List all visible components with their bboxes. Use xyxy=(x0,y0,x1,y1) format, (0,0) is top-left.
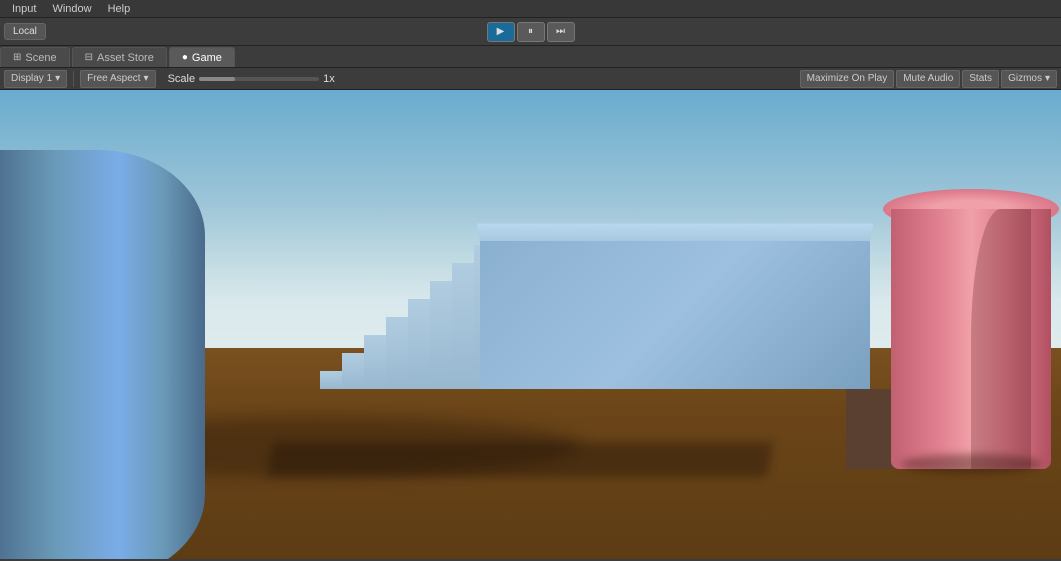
menu-help[interactable]: Help xyxy=(100,0,139,17)
pause-button[interactable]: ⏸ xyxy=(517,22,545,42)
scale-slider-fill xyxy=(199,77,235,81)
display-button[interactable]: Display 1 ▾ xyxy=(4,70,67,88)
tab-game-label: Game xyxy=(192,52,222,64)
separator-1 xyxy=(73,71,74,87)
step-icon: ⏭ xyxy=(556,26,565,37)
tab-scene-label: Scene xyxy=(25,52,56,64)
maximize-on-play-button[interactable]: Maximize On Play xyxy=(800,70,895,88)
blue-cylinder xyxy=(0,150,205,559)
display-label: Display 1 xyxy=(11,73,52,84)
menu-bar: Input Window Help xyxy=(0,0,1061,18)
menu-window[interactable]: Window xyxy=(44,0,99,17)
stair-6 xyxy=(430,281,452,389)
stats-button[interactable]: Stats xyxy=(962,70,999,88)
mute-audio-button[interactable]: Mute Audio xyxy=(896,70,960,88)
pink-cylinder-ground-shadow xyxy=(901,454,1041,474)
stair-7 xyxy=(452,263,474,389)
tab-bar: ⊞ Scene ⊟ Asset Store ● Game xyxy=(0,46,1061,68)
right-buttons: Maximize On Play Mute Audio Stats Gizmos… xyxy=(800,70,1057,88)
scale-slider[interactable] xyxy=(199,77,319,81)
stair-5 xyxy=(408,299,430,389)
gizmos-button[interactable]: Gizmos ▾ xyxy=(1001,70,1057,88)
stair-1 xyxy=(320,371,342,389)
aspect-label: Free Aspect xyxy=(87,73,140,84)
aspect-arrow-icon: ▾ xyxy=(144,73,149,84)
play-icon: ▶ xyxy=(497,26,505,37)
pink-cylinder-body xyxy=(891,209,1051,469)
display-arrow-icon: ▾ xyxy=(55,73,60,84)
aspect-button[interactable]: Free Aspect ▾ xyxy=(80,70,155,88)
scale-label: Scale xyxy=(168,73,196,85)
stats-label: Stats xyxy=(969,73,992,84)
game-tab-icon: ● xyxy=(182,52,188,63)
gizmos-label: Gizmos xyxy=(1008,73,1042,84)
menu-input[interactable]: Input xyxy=(4,0,44,17)
cylinder-interior-shadow xyxy=(971,209,1031,469)
gizmos-arrow-icon: ▾ xyxy=(1045,73,1050,84)
step-button[interactable]: ⏭ xyxy=(547,22,575,42)
game-toolbar: Display 1 ▾ Free Aspect ▾ Scale 1x Maxim… xyxy=(0,68,1061,90)
maximize-label: Maximize On Play xyxy=(807,73,888,84)
asset-tab-icon: ⊟ xyxy=(85,52,93,63)
pause-icon: ⏸ xyxy=(528,26,533,37)
staircase-shadow xyxy=(267,442,773,477)
stair-3 xyxy=(364,335,386,389)
scale-container: Scale 1x xyxy=(168,73,335,85)
toolbar: Local ▶ ⏸ ⏭ xyxy=(0,18,1061,46)
stair-2 xyxy=(342,353,364,389)
tab-asset-label: Asset Store xyxy=(97,52,154,64)
tab-asset-store[interactable]: ⊟ Asset Store xyxy=(72,47,167,67)
stair-4 xyxy=(386,317,408,389)
platform-top-face xyxy=(477,223,874,241)
tab-game[interactable]: ● Game xyxy=(169,47,235,67)
tab-scene[interactable]: ⊞ Scene xyxy=(0,47,70,67)
scale-value: 1x xyxy=(323,73,335,85)
pink-cylinder xyxy=(891,189,1051,469)
play-button[interactable]: ▶ xyxy=(487,22,515,42)
mute-label: Mute Audio xyxy=(903,73,953,84)
local-global-button[interactable]: Local xyxy=(4,23,46,40)
playback-controls: ▶ ⏸ ⏭ xyxy=(487,22,575,42)
game-viewport xyxy=(0,90,1061,559)
scene-tab-icon: ⊞ xyxy=(13,52,21,63)
main-platform xyxy=(480,239,870,389)
